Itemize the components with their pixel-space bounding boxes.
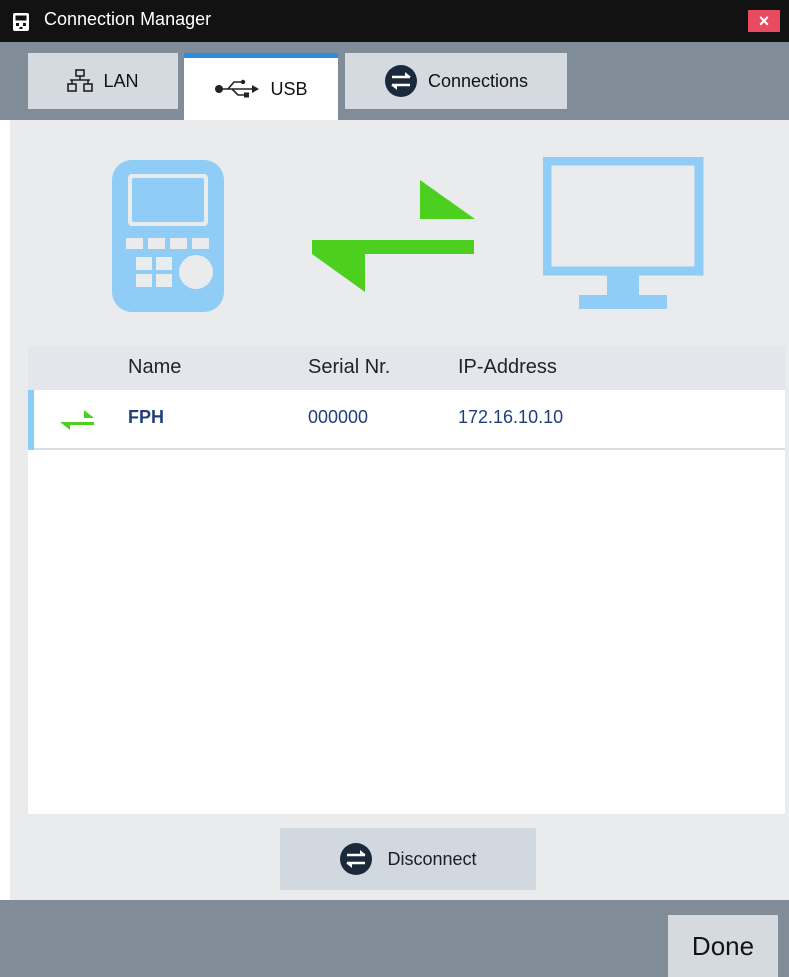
- network-icon: [67, 69, 94, 92]
- tab-connections-label: Connections: [427, 70, 529, 91]
- column-header-name: Name: [128, 356, 182, 378]
- table-row[interactable]: FPH 000000 172.16.10.10: [28, 390, 785, 450]
- tab-usb-label: USB: [270, 78, 308, 99]
- table-header: Name Serial Nr. IP-Address: [28, 346, 785, 390]
- tab-lan[interactable]: LAN: [28, 53, 178, 109]
- window-title: Connection Manager: [44, 9, 212, 29]
- tab-bar: LAN USB Connections: [0, 42, 789, 120]
- device-app-icon: [13, 13, 29, 31]
- tab-usb[interactable]: USB: [184, 53, 338, 120]
- title-bar: Connection Manager ×: [0, 0, 789, 42]
- disconnect-button[interactable]: Disconnect: [280, 828, 536, 890]
- device-table: Name Serial Nr. IP-Address FPH 000000 17…: [28, 346, 785, 814]
- connection-illustration: [10, 120, 789, 345]
- usb-panel: Name Serial Nr. IP-Address FPH 000000 17…: [10, 120, 789, 900]
- connected-status-icon: [60, 410, 94, 430]
- ip-address-cell: 172.16.10.10: [458, 407, 564, 427]
- swap-circle-icon: [340, 843, 373, 875]
- usb-icon: [215, 79, 260, 98]
- close-icon: ×: [758, 11, 770, 31]
- tab-lan-label: LAN: [103, 70, 139, 91]
- transfer-arrows-icon: [312, 180, 475, 292]
- tab-connections[interactable]: Connections: [345, 53, 567, 109]
- done-label: Done: [691, 930, 755, 961]
- footer-bar: Done: [0, 900, 789, 977]
- column-header-ip: IP-Address: [458, 356, 557, 378]
- serial-number-cell: 000000: [308, 407, 369, 427]
- close-button[interactable]: ×: [748, 10, 780, 32]
- row-selection-indicator: [28, 390, 34, 450]
- device-name-cell: FPH: [128, 407, 164, 427]
- swap-circle-icon: [384, 65, 417, 97]
- handheld-device-icon: [112, 160, 224, 312]
- done-button[interactable]: Done: [668, 915, 778, 977]
- column-header-serial: Serial Nr.: [308, 356, 391, 378]
- pc-monitor-icon: [543, 157, 704, 309]
- disconnect-label: Disconnect: [387, 848, 477, 869]
